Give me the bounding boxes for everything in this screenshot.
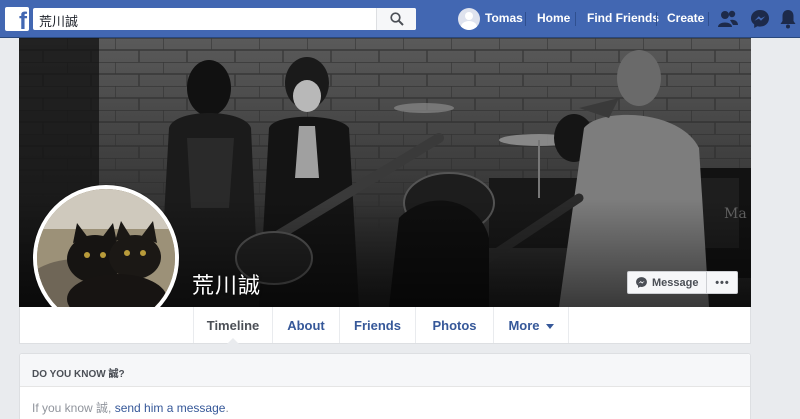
tab-timeline-label: Timeline (206, 317, 260, 333)
notifications-icon[interactable] (776, 7, 800, 31)
facebook-logo-icon[interactable]: f (5, 7, 29, 31)
create-link[interactable]: Create (667, 11, 704, 25)
tab-timeline[interactable]: Timeline (193, 307, 273, 344)
tab-about-label: About (287, 317, 325, 333)
messenger-icon (636, 277, 647, 288)
card-text-prefix: If you know 誠, (32, 401, 115, 415)
tab-photos-label: Photos (432, 317, 477, 333)
search-input[interactable]: 荒川誠 (39, 11, 78, 30)
tab-more-label: More (508, 317, 540, 333)
nav-divider (656, 12, 657, 26)
card-body: If you know 誠, send him a message. (20, 387, 750, 419)
card-text-suffix: . (225, 401, 229, 415)
message-button-label: Message (652, 276, 699, 289)
top-navigation-bar: f 荒川誠 Tomas Home Find Friends Create (0, 0, 800, 38)
tab-about[interactable]: About (273, 307, 340, 343)
tab-friends-label: Friends (354, 317, 401, 333)
user-avatar[interactable] (458, 8, 480, 30)
profile-tab-bar: Timeline About Friends Photos More (19, 307, 751, 344)
tab-more[interactable]: More (494, 307, 569, 343)
message-button[interactable]: Message (628, 272, 708, 293)
nav-divider (708, 12, 709, 26)
message-button-group: Message ••• (627, 271, 739, 294)
profile-link[interactable]: Tomas (485, 11, 523, 25)
home-link[interactable]: Home (537, 11, 570, 25)
profile-name: 荒川誠 (192, 274, 262, 299)
search-box[interactable]: 荒川誠 (33, 8, 416, 30)
friend-requests-icon[interactable] (716, 7, 740, 31)
chevron-down-icon (545, 323, 554, 329)
find-friends-link[interactable]: Find Friends (587, 11, 659, 25)
tab-photos[interactable]: Photos (416, 307, 494, 343)
search-button[interactable] (376, 8, 416, 30)
send-message-link[interactable]: send him a message (115, 401, 226, 415)
nav-divider (525, 12, 526, 26)
search-icon (390, 12, 404, 26)
messenger-icon[interactable] (748, 7, 772, 31)
tab-friends[interactable]: Friends (340, 307, 416, 343)
do-you-know-card: DO YOU KNOW 誠? If you know 誠, send him a… (19, 353, 751, 419)
more-options-button[interactable]: ••• (707, 272, 737, 293)
card-heading: DO YOU KNOW 誠? (20, 354, 750, 387)
nav-divider (575, 12, 576, 26)
